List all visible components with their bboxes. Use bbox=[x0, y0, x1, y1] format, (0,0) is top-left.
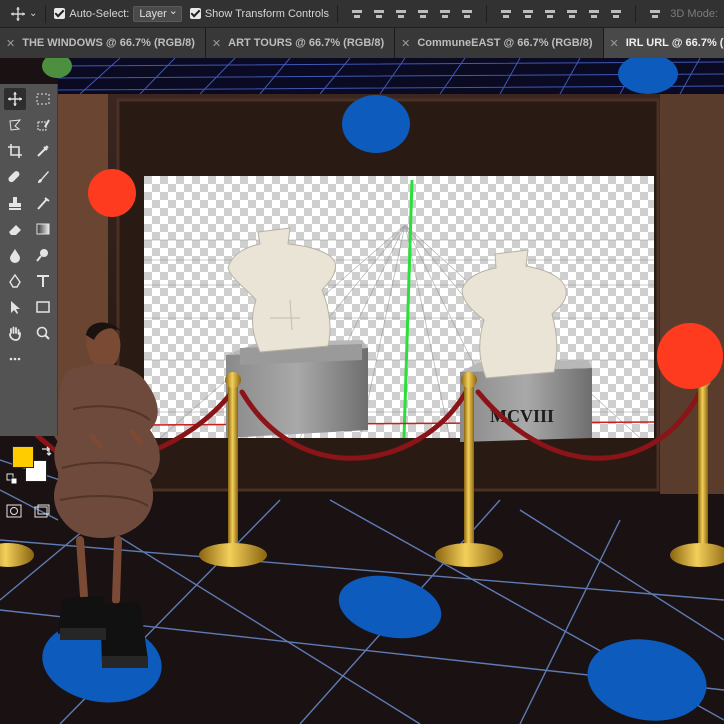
eraser-tool[interactable] bbox=[4, 218, 26, 240]
divider bbox=[45, 4, 47, 23]
red-dot bbox=[88, 169, 136, 217]
artwork: MCVIII bbox=[0, 58, 724, 724]
align-vcenter-icon[interactable] bbox=[372, 7, 386, 21]
type-icon bbox=[37, 275, 49, 287]
divider bbox=[485, 4, 487, 23]
distribute-left-icon[interactable] bbox=[565, 7, 579, 21]
default-colors-icon[interactable] bbox=[6, 472, 18, 490]
blur-tool[interactable] bbox=[4, 244, 26, 266]
marquee-icon bbox=[36, 93, 50, 105]
distribute-top-icon[interactable] bbox=[499, 7, 513, 21]
tab-label: ART TOURS @ 66.7% (RGB/8) bbox=[228, 37, 385, 49]
quick-select-icon bbox=[37, 119, 50, 131]
rectangle-tool[interactable] bbox=[32, 296, 54, 318]
zoom-icon bbox=[36, 326, 50, 340]
align-top-icon[interactable] bbox=[350, 7, 364, 21]
brush-icon bbox=[38, 171, 49, 183]
eyedropper-tool[interactable] bbox=[32, 140, 54, 162]
move-tool-preset[interactable]: ⌄ bbox=[10, 6, 37, 22]
clone-stamp-tool[interactable] bbox=[4, 192, 26, 214]
move-icon bbox=[11, 6, 25, 21]
tab-label: CommuneEAST @ 66.7% (RGB/8) bbox=[417, 37, 593, 49]
auto-select-option[interactable]: Auto-Select: Layer bbox=[54, 4, 182, 22]
pen-tool[interactable] bbox=[4, 270, 26, 292]
brush-tool[interactable] bbox=[32, 166, 54, 188]
distribute-hcenter-icon[interactable] bbox=[587, 7, 601, 21]
auto-align-icon[interactable] bbox=[648, 7, 662, 21]
mode-3d-label: 3D Mode: bbox=[670, 7, 718, 20]
path-select-icon bbox=[11, 301, 20, 314]
align-bottom-icon[interactable] bbox=[394, 7, 408, 21]
layer-select[interactable]: Layer bbox=[133, 4, 182, 22]
hand-icon bbox=[9, 326, 21, 341]
tab-the-windows[interactable]: ✕ THE WINDOWS @ 66.7% (RGB/8) bbox=[0, 28, 206, 58]
tab-commune-east[interactable]: ✕ CommuneEAST @ 66.7% (RGB/8) bbox=[395, 28, 604, 58]
align-hcenter-icon[interactable] bbox=[438, 7, 452, 21]
distribute-right-icon[interactable] bbox=[609, 7, 623, 21]
auto-select-label: Auto-Select: bbox=[69, 7, 130, 20]
clone-stamp-icon bbox=[9, 197, 21, 210]
lasso-icon bbox=[9, 119, 22, 131]
move-tool[interactable] bbox=[4, 88, 26, 110]
document-canvas[interactable]: MCVIII bbox=[0, 58, 724, 724]
align-right-icon[interactable] bbox=[460, 7, 474, 21]
move-icon bbox=[8, 92, 22, 106]
type-tool[interactable] bbox=[32, 270, 54, 292]
red-dot bbox=[657, 323, 723, 389]
pen-icon bbox=[9, 273, 21, 288]
healing-brush-icon bbox=[8, 171, 20, 183]
tab-art-tours[interactable]: ✕ ART TOURS @ 66.7% (RGB/8) bbox=[205, 28, 396, 58]
quick-mask-icon[interactable] bbox=[6, 504, 22, 523]
divider bbox=[336, 4, 338, 23]
divider bbox=[634, 4, 636, 23]
gradient-tool[interactable] bbox=[32, 218, 54, 240]
gradient-icon bbox=[36, 223, 50, 235]
close-icon[interactable]: ✕ bbox=[401, 37, 410, 50]
show-transform-checkbox[interactable] bbox=[189, 8, 201, 19]
tab-label: THE WINDOWS @ 66.7% (RGB/8) bbox=[22, 37, 195, 49]
options-bar: ⌄ Auto-Select: Layer Show Transform Cont… bbox=[0, 0, 724, 28]
quick-select-tool[interactable] bbox=[32, 114, 54, 136]
zoom-tool[interactable] bbox=[32, 322, 54, 344]
eyedropper-icon bbox=[37, 145, 49, 157]
screen-mode-icon[interactable] bbox=[34, 504, 50, 523]
document-tab-bar: ✕ THE WINDOWS @ 66.7% (RGB/8) ✕ ART TOUR… bbox=[0, 28, 724, 58]
crop-tool[interactable] bbox=[4, 140, 26, 162]
close-icon[interactable]: ✕ bbox=[6, 37, 15, 50]
foreground-color-swatch[interactable] bbox=[12, 446, 34, 468]
align-group bbox=[346, 7, 478, 21]
close-icon[interactable]: ✕ bbox=[610, 37, 619, 50]
tab-label: IRL URL @ 66.7% (RGB/8) bbox=[625, 37, 724, 49]
blur-icon bbox=[10, 249, 20, 263]
more-tools-button[interactable] bbox=[4, 348, 26, 370]
rectangle-icon bbox=[36, 301, 50, 313]
distribute-group bbox=[495, 7, 627, 21]
lasso-tool[interactable] bbox=[4, 114, 26, 136]
history-brush-icon bbox=[37, 197, 50, 210]
chevron-down-icon: ⌄ bbox=[29, 8, 38, 19]
marquee-tool[interactable] bbox=[32, 88, 54, 110]
close-icon[interactable]: ✕ bbox=[212, 37, 221, 50]
blue-dot bbox=[342, 95, 410, 153]
more-tools-icon bbox=[9, 357, 21, 361]
crop-icon bbox=[8, 144, 22, 158]
toolbox-panel bbox=[0, 84, 58, 518]
hand-tool[interactable] bbox=[4, 322, 26, 344]
show-transform-label: Show Transform Controls bbox=[204, 7, 329, 20]
auto-select-checkbox[interactable] bbox=[54, 8, 66, 19]
dodge-tool[interactable] bbox=[32, 244, 54, 266]
align-left-icon[interactable] bbox=[416, 7, 430, 21]
tab-irl-url[interactable]: ✕ IRL URL @ 66.7% (RGB/8) bbox=[603, 28, 724, 58]
show-transform-option[interactable]: Show Transform Controls bbox=[189, 7, 329, 20]
eraser-icon bbox=[9, 225, 21, 235]
distribute-vcenter-icon[interactable] bbox=[521, 7, 535, 21]
dodge-icon bbox=[36, 249, 48, 262]
healing-brush-tool[interactable] bbox=[4, 166, 26, 188]
history-brush-tool[interactable] bbox=[32, 192, 54, 214]
path-select-tool[interactable] bbox=[4, 296, 26, 318]
distribute-bottom-icon[interactable] bbox=[543, 7, 557, 21]
